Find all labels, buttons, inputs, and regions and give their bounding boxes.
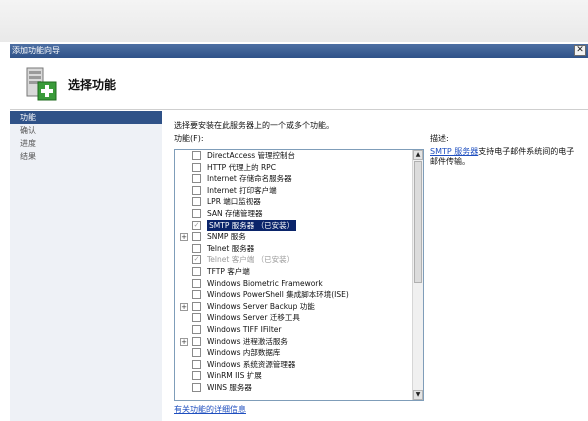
feature-checkbox[interactable] <box>192 174 201 184</box>
feature-label: Windows Server 迁移工具 <box>207 313 300 323</box>
description-title: 描述: <box>430 134 449 143</box>
feature-label: Windows PowerShell 集成脚本环境(ISE) <box>207 290 349 300</box>
feature-label: SNMP 服务 <box>207 232 246 242</box>
window-title: 添加功能向导 <box>12 46 60 55</box>
feature-checkbox[interactable] <box>192 197 201 207</box>
step-results[interactable]: 结果 <box>10 150 162 163</box>
feature-label: SMTP 服务器 （已安装） <box>207 219 297 232</box>
step-features[interactable]: 功能 <box>10 111 162 124</box>
feature-label: Windows 内部数据库 <box>207 348 281 358</box>
feature-label: HTTP 代理上的 RPC <box>207 162 276 172</box>
feature-checkbox[interactable] <box>192 371 201 381</box>
feature-row[interactable]: Internet 存储命名服务器 <box>175 173 423 185</box>
feature-row[interactable]: TFTP 客户端 <box>175 266 423 278</box>
scroll-down-button[interactable]: ▼ <box>413 390 423 400</box>
feature-checkbox[interactable] <box>192 313 201 323</box>
feature-label: Telnet 客户端 （已安装） <box>207 255 295 265</box>
feature-checkbox[interactable] <box>192 324 201 334</box>
feature-checkbox[interactable] <box>192 232 201 242</box>
feature-row[interactable]: DirectAccess 管理控制台 <box>175 150 423 162</box>
feature-checkbox[interactable] <box>192 243 201 253</box>
feature-row[interactable]: SAN 存储管理器 <box>175 208 423 220</box>
feature-row[interactable]: + Windows 进程激活服务 <box>175 336 423 348</box>
feature-label: Windows TIFF IFilter <box>207 324 282 334</box>
feature-label: Internet 存储命名服务器 <box>207 174 292 184</box>
feature-row[interactable]: ✓ SMTP 服务器 （已安装） <box>175 219 423 232</box>
expand-icon[interactable]: + <box>180 337 188 346</box>
feature-label: Windows Biometric Framework <box>207 278 323 288</box>
feature-label: Internet 打印客户端 <box>207 185 277 195</box>
feature-row[interactable]: Internet 打印客户端 <box>175 185 423 197</box>
feature-row[interactable]: + SNMP 服务 <box>175 231 423 243</box>
step-confirmation[interactable]: 确认 <box>10 124 162 137</box>
feature-row[interactable]: Windows PowerShell 集成脚本环境(ISE) <box>175 289 423 301</box>
feature-row[interactable]: HTTP 代理上的 RPC <box>175 162 423 174</box>
feature-checkbox[interactable] <box>192 301 201 311</box>
feature-checkbox[interactable] <box>192 185 201 195</box>
close-button[interactable]: ✕ <box>574 45 586 56</box>
wizard-steps-pane: 功能 确认 进度 结果 <box>10 111 162 421</box>
feature-checkbox[interactable] <box>192 359 201 369</box>
feature-row[interactable]: Windows Biometric Framework <box>175 278 423 290</box>
features-label: 功能(F): <box>174 134 204 143</box>
more-info-link[interactable]: 有关功能的详细信息 <box>174 404 246 415</box>
feature-checkbox[interactable] <box>192 290 201 300</box>
features-rows: DirectAccess 管理控制台 HTTP 代理上的 RPC Internet … <box>175 150 423 393</box>
feature-row[interactable]: + Windows Server Backup 功能 <box>175 301 423 313</box>
feature-row[interactable]: LPR 端口监视器 <box>175 196 423 208</box>
feature-label: SAN 存储管理器 <box>207 208 263 218</box>
feature-checkbox[interactable] <box>192 348 201 358</box>
feature-row[interactable]: Windows 系统资源管理器 <box>175 359 423 371</box>
feature-row[interactable]: WINS 服务器 <box>175 382 423 394</box>
page-title: 选择功能 <box>68 78 117 92</box>
feature-label: DirectAccess 管理控制台 <box>207 151 296 160</box>
wizard-header: 选择功能 <box>10 58 588 110</box>
description-link[interactable]: SMTP 服务器 <box>430 147 478 156</box>
vertical-scrollbar[interactable]: ▲ ▼ <box>412 150 423 400</box>
feature-checkbox[interactable] <box>192 278 201 288</box>
feature-label: Windows 系统资源管理器 <box>207 359 296 369</box>
feature-checkbox[interactable] <box>192 266 201 276</box>
feature-checkbox[interactable] <box>192 336 201 346</box>
feature-label: WinRM IIS 扩展 <box>207 371 262 381</box>
feature-checkbox[interactable] <box>192 382 201 392</box>
feature-label: LPR 端口监视器 <box>207 197 261 207</box>
instruction-text: 选择要安装在此服务器上的一个或多个功能。 <box>174 121 334 130</box>
feature-row[interactable]: WinRM IIS 扩展 <box>175 370 423 382</box>
feature-row[interactable]: Windows 内部数据库 <box>175 347 423 359</box>
feature-label: Windows 进程激活服务 <box>207 336 288 346</box>
description-text: SMTP 服务器支持电子邮件系统间的电子邮件传输。 <box>430 147 580 167</box>
wizard-content: 选择要安装在此服务器上的一个或多个功能。 功能(F): DirectAccess… <box>162 111 588 421</box>
expand-icon[interactable]: + <box>180 302 188 311</box>
server-add-icon <box>26 67 57 101</box>
scroll-thumb[interactable] <box>414 161 422 283</box>
feature-row[interactable]: Windows Server 迁移工具 <box>175 312 423 324</box>
expand-icon[interactable]: + <box>180 233 188 242</box>
feature-label: TFTP 客户端 <box>207 266 250 276</box>
step-progress[interactable]: 进度 <box>10 137 162 150</box>
desktop-background <box>0 0 588 42</box>
feature-checkbox[interactable] <box>192 162 201 172</box>
scroll-up-button[interactable]: ▲ <box>413 150 423 160</box>
feature-checkbox[interactable] <box>192 208 201 218</box>
feature-checkbox[interactable] <box>192 151 201 160</box>
feature-label: Telnet 服务器 <box>207 243 255 253</box>
feature-row[interactable]: Telnet 服务器 <box>175 243 423 255</box>
feature-row[interactable]: ✓ Telnet 客户端 （已安装） <box>175 254 423 266</box>
feature-label: Windows Server Backup 功能 <box>207 301 315 311</box>
features-list[interactable]: DirectAccess 管理控制台 HTTP 代理上的 RPC Internet … <box>174 149 424 401</box>
feature-label: WINS 服务器 <box>207 382 252 392</box>
feature-checkbox[interactable]: ✓ <box>192 220 201 230</box>
feature-row[interactable]: Windows TIFF IFilter <box>175 324 423 336</box>
feature-checkbox[interactable]: ✓ <box>192 255 201 265</box>
window-titlebar[interactable]: 添加功能向导 ✕ <box>10 44 588 58</box>
